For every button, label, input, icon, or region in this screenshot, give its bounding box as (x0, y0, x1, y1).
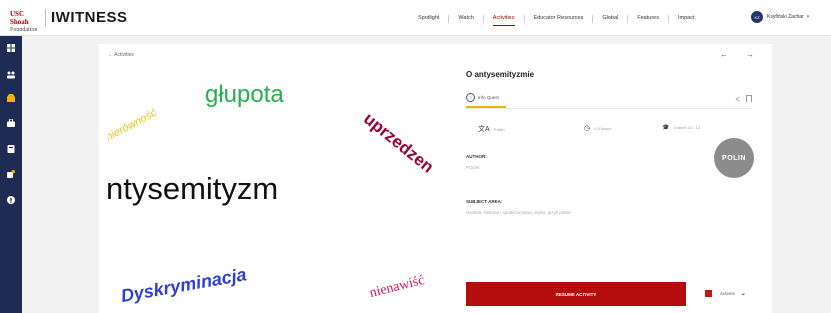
meta-grades-value: Grades 10 - 12 (673, 125, 701, 130)
polin-logo: POLIN (714, 138, 754, 178)
previous-arrow-icon[interactable]: ← (720, 50, 728, 59)
meta-language-value: Polish (493, 126, 505, 132)
nav-divider (523, 15, 525, 23)
cover-word-uprzedzenia: uprzedzen (360, 109, 438, 177)
help-icon[interactable] (7, 196, 15, 204)
notifications-icon[interactable] (7, 170, 15, 178)
nav-watch[interactable]: Watch (458, 15, 473, 23)
main-nav: Spotlight Watch Activities Educator Reso… (418, 15, 695, 26)
tab-label: Info Quest (478, 95, 499, 100)
nav-divider (482, 15, 484, 23)
cover-word-nienawisc: nienawiść (368, 272, 427, 302)
resume-activity-button[interactable]: RESUME ACTIVITY (466, 282, 686, 306)
nav-features[interactable]: Features (637, 15, 659, 23)
usc-shoah-foundation-logo[interactable]: USC Shoah Foundation (10, 10, 43, 33)
community-icon[interactable] (7, 71, 15, 79)
activity-cover-image: głupota uprzedzen nierówność ntysemityzm… (108, 73, 458, 309)
nav-divider (627, 15, 629, 23)
dashboard-icon[interactable] (7, 44, 15, 52)
author-heading: AUTHOR: (466, 154, 487, 159)
logo-divider (45, 9, 46, 27)
meta-grades: 🎓 Grades 10 - 12 (662, 124, 700, 131)
archive-icon[interactable] (7, 145, 15, 153)
activity-details: O antysemityzmie ? Info Quest < 文A Polis… (466, 70, 766, 310)
subject-area-value: Historia, Historia i społeczeństwo, etyk… (466, 210, 571, 215)
meta-duration: ◷ 1,5 Hours (584, 124, 611, 132)
activity-meta: 文A Polish ◷ 1,5 Hours 🎓 Grades 10 - 12 (466, 124, 752, 134)
sidebar (0, 36, 22, 313)
nav-global[interactable]: Global (602, 15, 618, 23)
cover-word-dyskryminacja: Dyskryminacja (119, 264, 248, 307)
author-value: POLIN (466, 165, 480, 170)
bookmark-icon[interactable] (746, 95, 752, 102)
user-menu[interactable]: KZ Ksyfiński Zachar ▾ (751, 11, 809, 23)
bag-icon[interactable] (7, 119, 15, 127)
tab-info-quest[interactable]: ? Info Quest (466, 93, 499, 102)
meta-duration-value: 1,5 Hours (594, 125, 612, 131)
logo-line-1: USC Shoah (10, 10, 29, 26)
iwitness-wordmark[interactable]: IWITNESS (51, 9, 128, 26)
chevron-down-icon: ⌄ (740, 291, 746, 297)
chevron-down-icon[interactable]: ▾ (807, 14, 810, 20)
mortarboard-icon: 🎓 (662, 125, 670, 131)
actions-dropdown[interactable]: Actions ⌄ (705, 290, 746, 297)
share-icon[interactable]: < (735, 95, 740, 104)
actions-icon (705, 290, 712, 297)
nav-spotlight[interactable]: Spotlight (418, 15, 439, 23)
question-icon: ? (466, 93, 475, 102)
nav-divider (592, 15, 594, 23)
pager: ← → (702, 50, 754, 59)
cover-word-nierownosc: nierówność (108, 106, 159, 144)
back-link-label: Activities (114, 52, 134, 58)
inbox-icon[interactable] (7, 94, 15, 102)
translate-icon: 文A (478, 126, 490, 133)
nav-activities[interactable]: Activities (492, 15, 515, 26)
top-bar: USC Shoah Foundation IWITNESS Spotlight … (0, 0, 831, 36)
back-link[interactable]: ← Activities (108, 52, 134, 58)
activity-title: O antysemityzmie (466, 70, 535, 79)
clock-icon: ◷ (584, 125, 591, 132)
nav-divider (448, 15, 450, 23)
nav-impact[interactable]: Impact (678, 15, 695, 23)
cover-word-antysemityzm: ntysemityzm (108, 171, 279, 206)
cover-word-glupota: głupota (205, 81, 284, 108)
next-arrow-icon[interactable]: → (746, 50, 754, 59)
avatar[interactable]: KZ (751, 11, 763, 23)
nav-divider (667, 15, 669, 23)
actions-label: Actions (720, 291, 735, 296)
nav-educator-resources[interactable]: Educator Resources (534, 15, 584, 23)
meta-language: 文A Polish (478, 124, 505, 134)
subject-area-heading: SUBJECT AREA: (466, 199, 503, 204)
logo-line-2: Foundation (10, 27, 38, 33)
user-name[interactable]: Ksyfiński Zachar (767, 14, 804, 20)
tab-divider (466, 108, 752, 109)
activity-panel: ← Activities ← → głupota uprzedzen nieró… (99, 44, 772, 313)
